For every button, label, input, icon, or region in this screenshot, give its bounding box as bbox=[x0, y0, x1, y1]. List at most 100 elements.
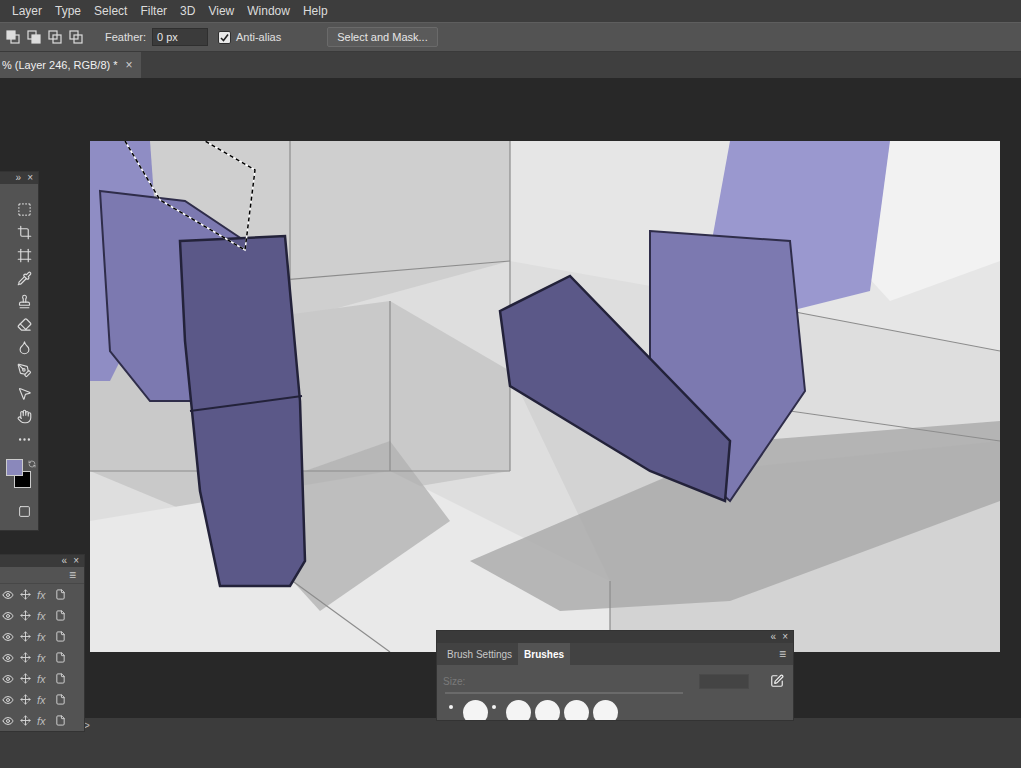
selection-mode-1-icon[interactable] bbox=[27, 30, 41, 44]
layer-row[interactable]: fx bbox=[0, 668, 84, 689]
swap-icon bbox=[28, 460, 36, 468]
select-and-mask-button[interactable]: Select and Mask... bbox=[327, 27, 438, 47]
menu-item[interactable]: Window bbox=[247, 4, 290, 18]
move-icon bbox=[20, 610, 31, 621]
options-bar: Feather:0 pxAnti-aliasSelect and Mask... bbox=[0, 22, 1021, 52]
brush-preset[interactable] bbox=[492, 705, 496, 709]
eye-icon[interactable] bbox=[2, 631, 14, 643]
brush-preset[interactable] bbox=[449, 705, 453, 709]
foreground-color[interactable] bbox=[6, 459, 23, 476]
fx-label[interactable]: fx bbox=[37, 631, 49, 643]
brush-preset[interactable] bbox=[564, 700, 589, 720]
collapse-button[interactable]: » bbox=[16, 173, 22, 183]
layer-row[interactable]: fx bbox=[0, 584, 84, 605]
swap-colors-button[interactable] bbox=[28, 457, 36, 471]
close-button[interactable]: × bbox=[73, 556, 79, 566]
anti-alias-checkbox[interactable] bbox=[218, 31, 231, 44]
expand-button[interactable]: > bbox=[84, 720, 90, 731]
eye-icon[interactable] bbox=[2, 610, 14, 622]
layer-thumbnail-icon bbox=[55, 673, 66, 684]
layer-thumbnail-icon bbox=[55, 715, 66, 726]
size-row: Size: bbox=[437, 665, 793, 689]
tool-button[interactable] bbox=[14, 407, 34, 425]
brush-preset[interactable] bbox=[463, 700, 488, 720]
panel-header: «× bbox=[0, 555, 84, 567]
eye-icon[interactable] bbox=[2, 694, 14, 706]
tool-button[interactable] bbox=[14, 384, 34, 402]
fx-label[interactable]: fx bbox=[37, 694, 49, 706]
fx-label[interactable]: fx bbox=[37, 715, 49, 727]
collapse-button[interactable]: « bbox=[62, 556, 68, 566]
fx-label[interactable]: fx bbox=[37, 652, 49, 664]
marquee-icon bbox=[17, 202, 32, 217]
tool-button[interactable] bbox=[14, 315, 34, 333]
layer-row[interactable]: fx bbox=[0, 689, 84, 710]
tool-button[interactable] bbox=[14, 269, 34, 287]
brush-preset[interactable] bbox=[506, 700, 531, 720]
menu-item[interactable]: Help bbox=[303, 4, 328, 18]
layer-row[interactable]: fx bbox=[0, 626, 84, 647]
tool-button[interactable] bbox=[14, 200, 34, 218]
layer-thumbnail-icon bbox=[55, 610, 66, 621]
selection-mode-3-icon[interactable] bbox=[69, 30, 83, 44]
menu-item[interactable]: Type bbox=[55, 4, 81, 18]
panel-menu-button[interactable]: ≡ bbox=[69, 568, 76, 582]
eraser-icon bbox=[17, 317, 32, 332]
eye-icon[interactable] bbox=[2, 652, 14, 664]
close-button[interactable]: × bbox=[27, 173, 33, 183]
menu-item[interactable]: Layer bbox=[12, 4, 42, 18]
tools-panel: »× bbox=[0, 172, 38, 530]
brush-preset[interactable] bbox=[593, 700, 618, 720]
brush-preset[interactable] bbox=[535, 700, 560, 720]
tool-button[interactable] bbox=[14, 502, 34, 520]
layer-row[interactable]: fx bbox=[0, 710, 84, 731]
panel-menu-button[interactable]: ≡ bbox=[779, 643, 793, 665]
eye-icon[interactable] bbox=[2, 673, 14, 685]
tab-close-button[interactable]: × bbox=[126, 58, 133, 72]
brush-tab[interactable]: Brushes bbox=[518, 643, 570, 665]
tool-button[interactable] bbox=[14, 292, 34, 310]
size-field[interactable] bbox=[699, 674, 749, 689]
tool-button[interactable] bbox=[14, 338, 34, 356]
eye-icon[interactable] bbox=[2, 715, 14, 727]
pencil-icon bbox=[770, 674, 784, 688]
brush-tabs: Brush SettingsBrushes ≡ bbox=[437, 643, 793, 665]
document-tab[interactable]: % (Layer 246, RGB/8) *× bbox=[0, 52, 141, 78]
fx-label[interactable]: fx bbox=[37, 610, 49, 622]
size-slider[interactable] bbox=[445, 692, 683, 694]
fx-label[interactable]: fx bbox=[37, 589, 49, 601]
stamp-icon bbox=[17, 294, 32, 309]
menu-item[interactable]: 3D bbox=[180, 4, 195, 18]
layer-row[interactable]: fx bbox=[0, 605, 84, 626]
close-button[interactable]: × bbox=[782, 632, 788, 642]
menu-item[interactable]: Select bbox=[94, 4, 127, 18]
quick-mask-icon bbox=[18, 505, 31, 518]
edit-brush-button[interactable] bbox=[769, 673, 785, 689]
brush-panel: «×Brush SettingsBrushes≡Size: bbox=[437, 631, 793, 720]
eye-icon[interactable] bbox=[2, 589, 14, 601]
menu-item[interactable]: View bbox=[208, 4, 234, 18]
tool-button[interactable] bbox=[14, 223, 34, 241]
blur-icon bbox=[17, 340, 32, 355]
tool-button[interactable] bbox=[14, 361, 34, 379]
check-icon bbox=[220, 33, 229, 42]
move-icon bbox=[20, 652, 31, 663]
fx-label[interactable]: fx bbox=[37, 673, 49, 685]
frame-icon bbox=[17, 248, 32, 263]
brush-tab[interactable]: Brush Settings bbox=[441, 643, 518, 665]
menu-item[interactable]: Filter bbox=[140, 4, 167, 18]
selection-mode-0-icon[interactable] bbox=[6, 30, 20, 44]
crop-icon bbox=[17, 225, 32, 240]
canvas-artwork[interactable] bbox=[90, 141, 1000, 652]
tool-button[interactable] bbox=[14, 430, 34, 448]
collapse-button[interactable]: « bbox=[771, 632, 777, 642]
move-icon bbox=[20, 589, 31, 600]
feather-field[interactable]: 0 px bbox=[152, 28, 208, 46]
layer-row[interactable]: fx bbox=[0, 647, 84, 668]
panel-header: «× bbox=[437, 631, 793, 643]
tool-list bbox=[0, 184, 38, 530]
tool-button[interactable] bbox=[14, 246, 34, 264]
layer-thumbnail-icon bbox=[55, 589, 66, 600]
selection-mode-2-icon[interactable] bbox=[48, 30, 62, 44]
move-icon bbox=[20, 673, 31, 684]
